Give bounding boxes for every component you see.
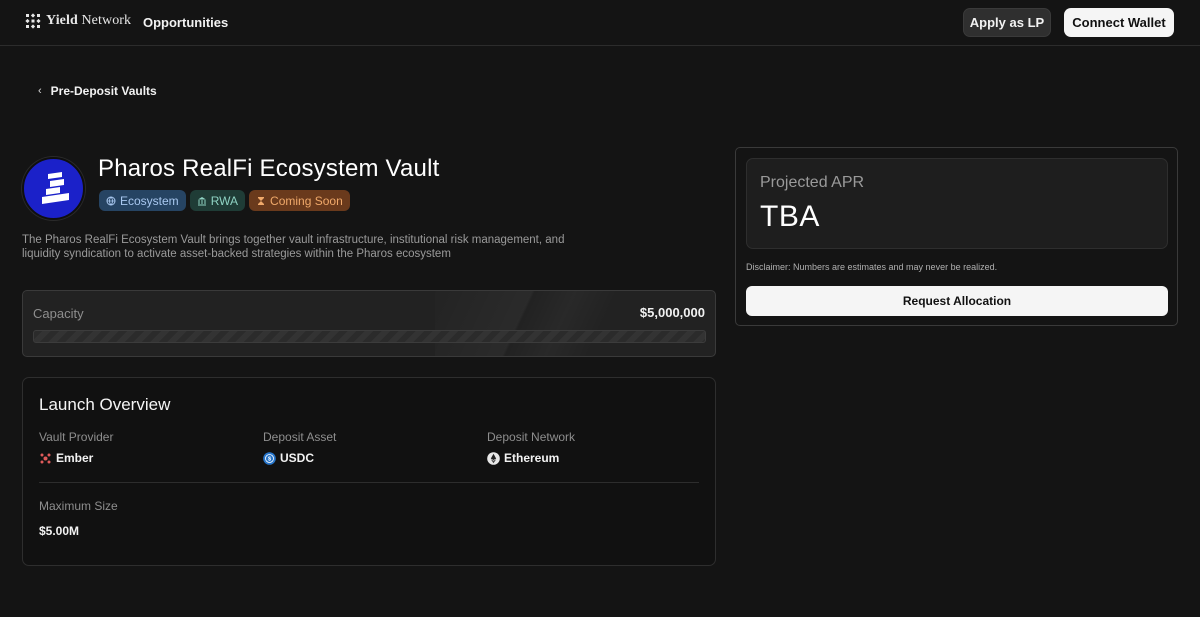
vault-provider-value: Ember bbox=[39, 451, 93, 465]
deposit-asset-value: $ USDC bbox=[263, 451, 314, 465]
vault-logo bbox=[22, 157, 85, 220]
maximum-size-label: Maximum Size bbox=[39, 499, 118, 513]
tag-rwa: RWA bbox=[189, 190, 246, 211]
tag-ecosystem-label: Ecosystem bbox=[120, 193, 179, 208]
tag-ecosystem: Ecosystem bbox=[99, 190, 186, 211]
projected-apr-label: Projected APR bbox=[760, 174, 865, 191]
deposit-asset-name: USDC bbox=[280, 451, 315, 465]
projected-apr-panel: Projected APR TBA bbox=[746, 158, 1168, 249]
hourglass-icon bbox=[258, 196, 265, 205]
ember-icon bbox=[40, 453, 51, 463]
chevron-left-icon: ‹ bbox=[38, 85, 42, 97]
vault-tags: Ecosystem RWA Coming Soon bbox=[99, 190, 350, 211]
capacity-label: Capacity bbox=[33, 306, 84, 321]
vault-title: Pharos RealFi Ecosystem Vault bbox=[98, 155, 440, 182]
capacity-sheen bbox=[435, 291, 655, 356]
vault-provider-label: Vault Provider bbox=[39, 430, 114, 444]
request-allocation-button[interactable]: Request Allocation bbox=[746, 286, 1168, 316]
launch-overview-card: Launch Overview Vault Provider Ember Dep… bbox=[22, 377, 716, 566]
usdc-icon: $ bbox=[263, 451, 276, 465]
pharos-logo-icon bbox=[42, 172, 69, 204]
capacity-value: $5,000,000 bbox=[639, 305, 705, 320]
apr-disclaimer: Disclaimer: Numbers are estimates and ma… bbox=[746, 262, 998, 272]
capacity-card: Capacity $5,000,000 bbox=[22, 290, 716, 357]
launch-overview-title: Launch Overview bbox=[39, 395, 171, 414]
deposit-network-name: Ethereum bbox=[504, 451, 560, 465]
deposit-asset-label: Deposit Asset bbox=[263, 430, 337, 444]
tag-coming-soon: Coming Soon bbox=[249, 190, 350, 211]
ethereum-icon bbox=[487, 451, 500, 465]
brand-name: Yield Network bbox=[46, 13, 131, 29]
brand-name-rest: Network bbox=[77, 13, 132, 28]
bank-icon bbox=[197, 196, 206, 205]
overview-divider bbox=[39, 482, 699, 483]
yield-network-logo-icon bbox=[25, 13, 41, 29]
breadcrumb-label: Pre-Deposit Vaults bbox=[50, 84, 157, 98]
top-navigation: Yield Network Opportunities Apply as LP … bbox=[0, 0, 1200, 46]
breadcrumb[interactable]: ‹ Pre-Deposit Vaults bbox=[38, 84, 157, 98]
connect-wallet-button[interactable]: Connect Wallet bbox=[1064, 8, 1174, 37]
brand-name-bold: Yield bbox=[46, 13, 78, 28]
apply-as-lp-button[interactable]: Apply as LP bbox=[963, 8, 1051, 37]
svg-text:$: $ bbox=[268, 456, 271, 462]
globe-icon bbox=[106, 196, 116, 205]
vault-provider-name: Ember bbox=[56, 451, 94, 465]
maximum-size-value: $5.00M bbox=[39, 524, 80, 538]
brand-logo[interactable]: Yield Network bbox=[25, 13, 131, 29]
deposit-network-label: Deposit Network bbox=[487, 430, 576, 444]
projected-apr-value: TBA bbox=[760, 200, 820, 233]
capacity-progress-bar bbox=[33, 330, 706, 343]
tag-coming-soon-label: Coming Soon bbox=[270, 193, 343, 208]
tag-rwa-label: RWA bbox=[210, 193, 239, 208]
projected-apr-card: Projected APR TBA Disclaimer: Numbers ar… bbox=[735, 147, 1178, 326]
nav-opportunities[interactable]: Opportunities bbox=[143, 15, 228, 30]
vault-description: The Pharos RealFi Ecosystem Vault brings… bbox=[22, 234, 565, 260]
deposit-network-value: Ethereum bbox=[487, 451, 559, 465]
